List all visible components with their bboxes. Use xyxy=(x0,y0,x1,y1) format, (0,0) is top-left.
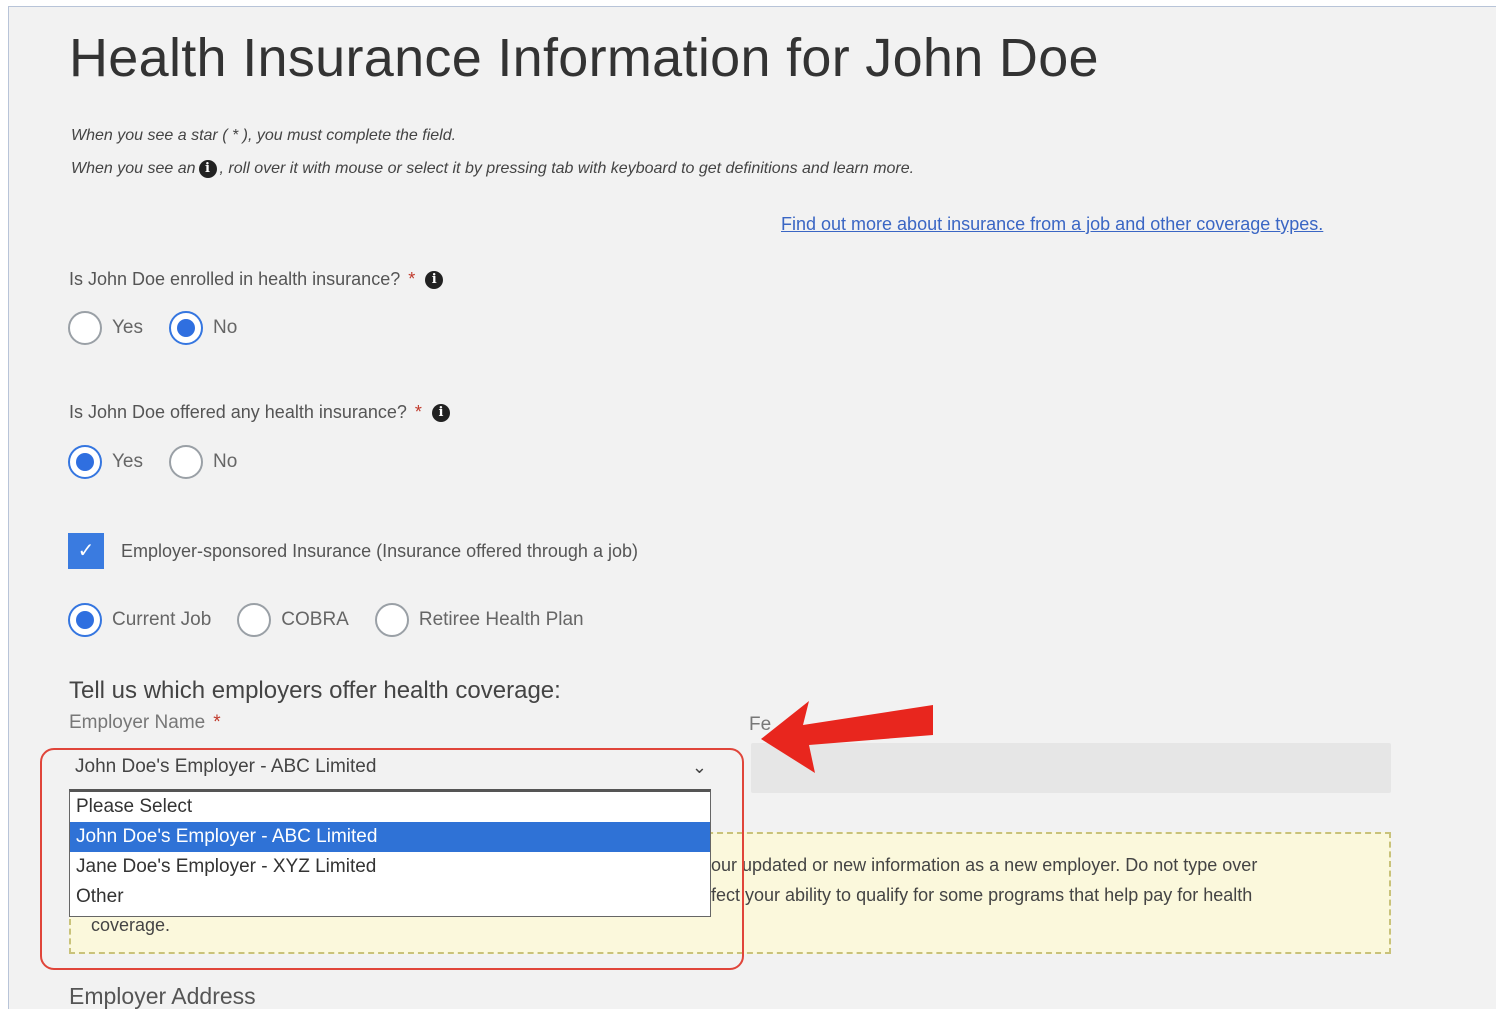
form-panel: Health Insurance Information for John Do… xyxy=(8,6,1496,1009)
coverage-types-link[interactable]: Find out more about insurance from a job… xyxy=(781,214,1323,235)
info-note: When you see an i , roll over it with mo… xyxy=(71,160,914,178)
required-star: * xyxy=(408,269,416,289)
offered-no-radio[interactable] xyxy=(169,445,203,479)
offered-question-label: Is John Doe offered any health insurance… xyxy=(69,402,407,422)
offered-yes-label: Yes xyxy=(112,451,143,472)
required-star: * xyxy=(213,712,221,733)
employer-dropdown-list: Please Select John Doe's Employer - ABC … xyxy=(69,789,711,917)
dropdown-option-abc-limited[interactable]: John Doe's Employer - ABC Limited xyxy=(70,822,710,852)
employers-heading: Tell us which employers offer health cov… xyxy=(69,677,561,704)
enrolled-radio-group: Yes No xyxy=(68,311,263,345)
info-icon[interactable]: i xyxy=(425,270,444,289)
chevron-down-icon[interactable]: ⌄ xyxy=(692,757,707,778)
cobra-radio[interactable] xyxy=(237,603,272,637)
dropdown-option-please-select[interactable]: Please Select xyxy=(70,792,710,822)
employer-sponsored-checkbox[interactable]: ✓ xyxy=(68,533,104,569)
enrolled-no-radio[interactable] xyxy=(169,311,203,345)
dropdown-option-xyz-limited[interactable]: Jane Doe's Employer - XYZ Limited xyxy=(70,852,710,882)
employer-name-select[interactable]: John Doe's Employer - ABC Limited ⌄ xyxy=(69,747,717,787)
employer-name-selected-value: John Doe's Employer - ABC Limited xyxy=(75,756,377,777)
offered-yes-radio[interactable] xyxy=(68,445,102,479)
required-note: When you see a star ( * ), you must comp… xyxy=(71,127,457,144)
warning-line-1: our updated or new information as a new … xyxy=(711,855,1258,875)
retiree-plan-label: Retiree Health Plan xyxy=(418,609,584,630)
enrolled-no-label: No xyxy=(213,317,238,338)
info-note-after: , roll over it with mouse or select it b… xyxy=(219,160,915,177)
required-star: * xyxy=(414,402,422,422)
info-icon[interactable]: i xyxy=(431,403,450,422)
retiree-plan-radio[interactable] xyxy=(374,603,409,637)
warning-line-2: fect your ability to qualify for some pr… xyxy=(711,885,1253,905)
dropdown-option-other[interactable]: Other xyxy=(70,882,710,912)
check-icon: ✓ xyxy=(77,540,95,562)
page-title: Health Insurance Information for John Do… xyxy=(69,28,1099,88)
red-arrow-icon xyxy=(761,701,933,773)
enrolled-yes-label: Yes xyxy=(112,317,143,338)
offered-radio-group: Yes No xyxy=(68,445,263,479)
employer-name-label: Employer Name * xyxy=(69,712,221,734)
current-job-radio[interactable] xyxy=(68,603,102,637)
employer-address-label: Employer Address xyxy=(69,983,256,1009)
current-job-label: Current Job xyxy=(112,609,212,630)
offered-no-label: No xyxy=(213,451,238,472)
info-note-before: When you see an xyxy=(71,160,196,177)
info-icon: i xyxy=(198,160,217,178)
plan-type-radio-group: Current Job COBRA Retiree Health Plan xyxy=(68,603,610,637)
enrolled-yes-radio[interactable] xyxy=(68,311,102,345)
employer-name-label-text: Employer Name xyxy=(69,712,206,733)
enrolled-question: Is John Doe enrolled in health insurance… xyxy=(69,269,446,290)
enrolled-question-label: Is John Doe enrolled in health insurance… xyxy=(69,269,401,289)
offered-question: Is John Doe offered any health insurance… xyxy=(69,402,453,423)
cobra-label: COBRA xyxy=(281,609,349,630)
warning-line-3: coverage. xyxy=(91,915,171,935)
employer-sponsored-label: Employer-sponsored Insurance (Insurance … xyxy=(121,541,638,561)
